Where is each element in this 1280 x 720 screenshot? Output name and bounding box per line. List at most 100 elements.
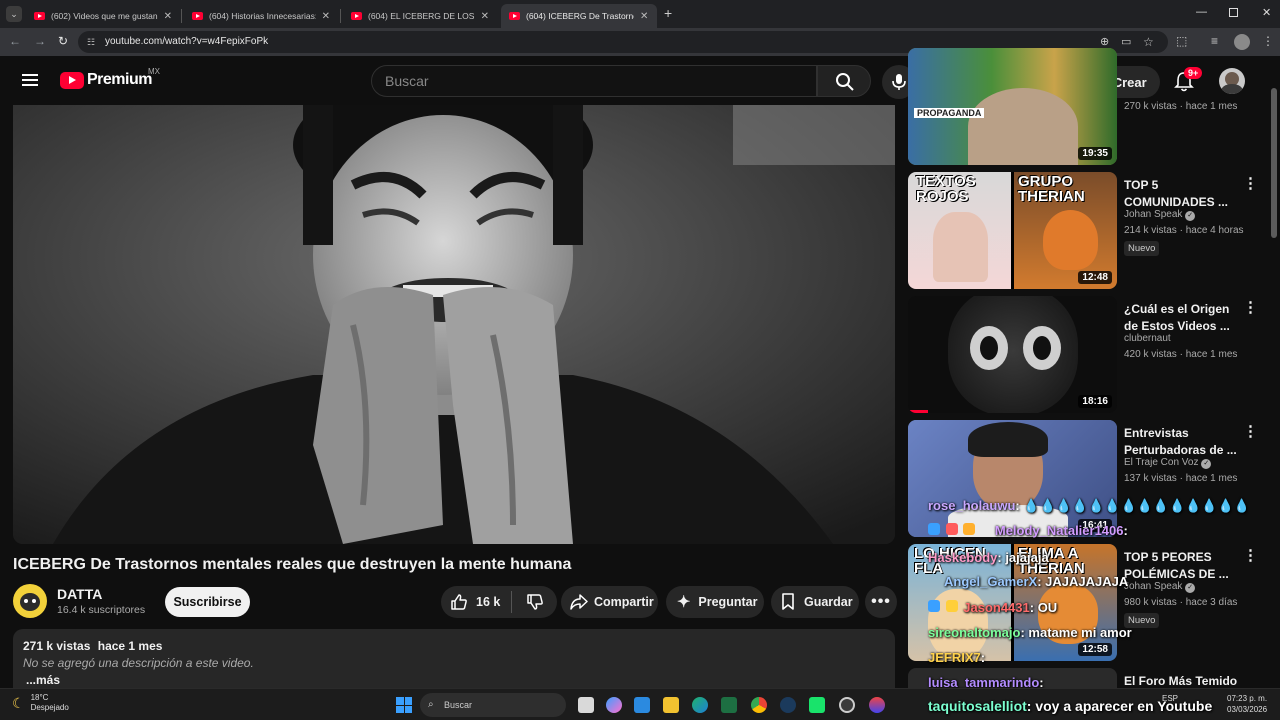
scrollbar[interactable]	[1271, 88, 1277, 238]
app-icon[interactable]	[869, 697, 885, 713]
recommendation-thumbnail[interactable]: PROPAGANDA 19:35	[908, 48, 1117, 165]
reading-list-icon[interactable]: ≡	[1211, 34, 1218, 48]
recommendation-channel[interactable]: Johan Speak ✓	[1124, 209, 1196, 221]
recommendation-thumbnail[interactable]: 18:16	[908, 296, 1117, 413]
bookmark-icon	[782, 593, 794, 610]
chat-message: Haskebody: jajajaja	[928, 550, 1049, 565]
steam-icon[interactable]	[780, 697, 796, 713]
recommendation-channel[interactable]: Johan Speak ✓	[1124, 581, 1196, 593]
recommendation-title[interactable]: TOP 5 PEORES POLÉMICAS DE ...	[1124, 549, 1244, 583]
channel-avatar[interactable]	[13, 584, 47, 618]
close-tab-icon[interactable]: ✕	[640, 11, 648, 22]
recommendation-title[interactable]: Entrevistas Perturbadoras de ...	[1124, 425, 1244, 459]
excel-icon[interactable]	[721, 697, 737, 713]
minimize-window-icon[interactable]: —	[1196, 6, 1207, 18]
more-options-icon[interactable]: ⋮	[1243, 422, 1258, 440]
description-text: No se agregó una descripción a este vide…	[23, 656, 254, 670]
back-icon[interactable]: ←	[9, 34, 21, 48]
chat-badge-icon	[928, 523, 940, 535]
chat-text: :	[1123, 523, 1128, 538]
reload-icon[interactable]: ↻	[58, 34, 68, 48]
chat-badge-icon	[928, 600, 940, 612]
verified-icon: ✓	[1201, 459, 1212, 469]
browser-tab-active[interactable]: (604) ICEBERG De Trastornos m ✕	[501, 4, 657, 28]
close-tab-icon[interactable]: ✕	[164, 11, 172, 22]
chat-username: Angel_GamerX	[944, 574, 1038, 589]
search-icon: ⌕	[428, 699, 434, 710]
extensions-icon[interactable]: ⬚	[1176, 34, 1187, 48]
ask-button[interactable]: ✦ Preguntar	[666, 586, 764, 618]
ask-label: Preguntar	[698, 595, 758, 609]
file-explorer-icon[interactable]	[663, 697, 679, 713]
recommendation-item[interactable]: 16:41 Entrevistas Perturbadoras de ... E…	[908, 420, 1268, 537]
task-view-icon[interactable]	[578, 697, 594, 713]
subscribe-button[interactable]: Suscribirse	[165, 587, 250, 617]
recommendation-meta: 420 k vistas · hace 1 mes	[1124, 349, 1238, 360]
save-button[interactable]: Guardar	[771, 586, 859, 618]
chat-text: : jajajaja	[997, 550, 1049, 565]
logo-text: Premium	[87, 71, 152, 88]
recommendation-title[interactable]: ¿Cuál es el Origen de Estos Videos ...	[1124, 301, 1244, 335]
video-player[interactable]	[13, 105, 895, 544]
channel-name[interactable]: DATTA	[57, 586, 102, 602]
like-button[interactable]: 16 k	[441, 586, 511, 618]
browser-tab[interactable]: (604) Historias Innecesarias: El I ✕	[184, 4, 338, 28]
new-tab-button[interactable]: +	[664, 5, 672, 21]
recommendation-title[interactable]: TOP 5 COMUNIDADES ...	[1124, 177, 1244, 211]
chat-message: Jason4431: OU	[928, 600, 1057, 615]
verified-icon: ✓	[1185, 211, 1196, 221]
browser-tab[interactable]: (602) Videos que me gustan - Y ✕	[26, 4, 180, 28]
share-button[interactable]: Compartir	[561, 586, 658, 618]
close-tab-icon[interactable]: ✕	[481, 11, 489, 22]
app-icon[interactable]	[839, 697, 855, 713]
green-app-icon[interactable]	[809, 697, 825, 713]
recommendation-item[interactable]: 18:16 ¿Cuál es el Origen de Estos Videos…	[908, 296, 1268, 413]
recommendation-channel[interactable]: El Traje Con Voz ✓	[1124, 457, 1212, 469]
chat-badge-icon	[945, 523, 958, 535]
recommendation-item[interactable]: TEXTOS ROJOS GRUPO THERIAN 12:48 TOP 5 C…	[908, 172, 1268, 289]
dislike-button[interactable]	[512, 586, 557, 618]
youtube-favicon-icon	[34, 12, 45, 20]
youtube-premium-logo[interactable]: Premium MX	[60, 67, 160, 89]
store-icon[interactable]	[634, 697, 650, 713]
edge-icon[interactable]	[692, 697, 708, 713]
more-options-icon[interactable]: ⋮	[1243, 174, 1258, 192]
browser-menu-icon[interactable]: ⋮	[1262, 34, 1274, 48]
sparkle-icon: ✦	[677, 594, 691, 611]
browser-tab[interactable]: (604) EL ICEBERG DE LOS TRAS ✕	[343, 4, 497, 28]
maximize-window-icon[interactable]	[1229, 8, 1238, 17]
weather-widget[interactable]: ☾ 18°C Despejado	[12, 693, 69, 713]
region-code: MX	[148, 67, 160, 76]
more-actions-button[interactable]: •••	[865, 586, 897, 618]
upload-age: hace 1 mes	[97, 639, 163, 653]
search-button[interactable]	[817, 65, 871, 97]
thumbs-up-icon	[451, 594, 467, 610]
more-options-icon[interactable]: ⋮	[1243, 298, 1258, 316]
forward-icon[interactable]: →	[34, 34, 46, 48]
video-duration: 12:48	[1078, 271, 1112, 284]
recommendation-thumbnail[interactable]: TEXTOS ROJOS GRUPO THERIAN 12:48	[908, 172, 1117, 289]
start-button[interactable]	[396, 697, 412, 713]
recommendation-item[interactable]: PROPAGANDA 19:35 270 k vistas · hace 1 m…	[908, 48, 1268, 165]
share-label: Compartir	[594, 595, 654, 609]
tab-search-button[interactable]: ⌄	[6, 6, 22, 22]
hamburger-menu-icon[interactable]	[22, 74, 38, 86]
recommendation-thumbnail[interactable]: 16:41	[908, 420, 1117, 537]
chrome-icon[interactable]	[751, 697, 767, 713]
clock[interactable]: 07:23 p. m. 03/03/2026	[1227, 693, 1267, 715]
more-options-icon[interactable]: ⋮	[1243, 546, 1258, 564]
show-more-link[interactable]: ...más	[23, 673, 885, 687]
recommendation-channel[interactable]: clubernaut	[1124, 333, 1171, 344]
copilot-icon[interactable]	[606, 697, 622, 713]
video-duration: 18:16	[1078, 395, 1112, 408]
search-input[interactable]: Buscar	[371, 65, 817, 97]
tab-title: (604) EL ICEBERG DE LOS TRAS	[368, 11, 475, 21]
site-info-icon[interactable]: ☷	[87, 31, 95, 53]
close-tab-icon[interactable]: ✕	[322, 11, 330, 22]
taskbar-search[interactable]: ⌕ Buscar	[420, 693, 566, 717]
thumbnail-text-left: TEXTOS ROJOS	[916, 173, 976, 205]
youtube-favicon-icon	[192, 12, 203, 20]
chat-message: sireonaltomajo: matame mi amor	[928, 625, 1132, 640]
thumbs-down-icon	[526, 594, 543, 610]
close-window-icon[interactable]: ✕	[1262, 6, 1271, 19]
